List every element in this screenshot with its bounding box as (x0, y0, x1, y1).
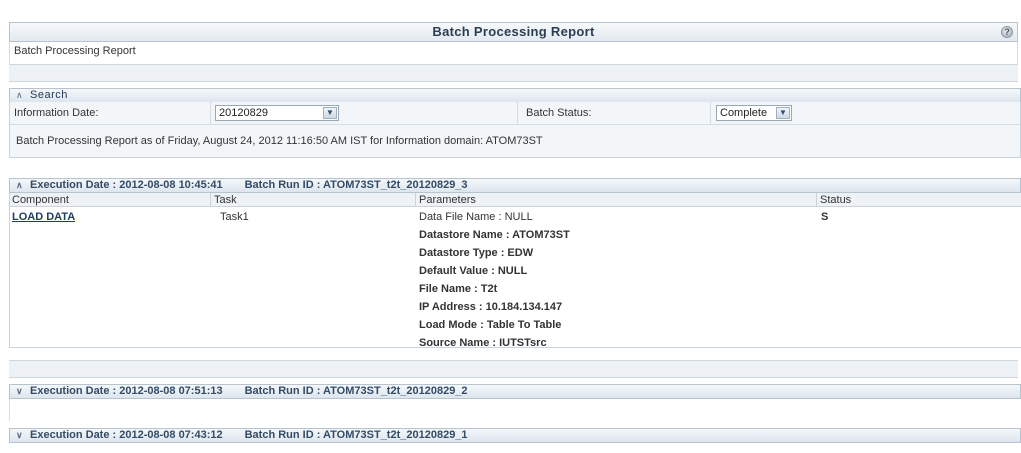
breadcrumb-area: Batch Processing Report (9, 42, 1018, 64)
page-title: Batch Processing Report (432, 24, 595, 39)
parameter-file-name: File Name : T2t (419, 283, 498, 295)
search-section-header[interactable]: ∧ Search (9, 88, 1021, 103)
spacer-band (9, 360, 1018, 378)
batch-status-select[interactable]: Complete ▼ (716, 105, 792, 121)
chevron-up-icon: ∧ (16, 180, 23, 190)
parameter-source-name: Source Name : IUTSTsrc (419, 337, 547, 349)
chevron-down-icon: ∨ (16, 386, 23, 396)
parameter-datastore-name: Datastore Name : ATOM73ST (419, 229, 570, 241)
report-title-bar: Batch Processing Report ? (9, 22, 1018, 42)
batch-run-id: Batch Run ID : ATOM73ST_t2t_20120829_1 (244, 429, 468, 441)
chevron-down-icon[interactable]: ▼ (776, 107, 790, 119)
parameter-ip-address: IP Address : 10.184.134.147 (419, 301, 563, 313)
batch-run-id: Batch Run ID : ATOM73ST_t2t_20120829_2 (244, 385, 468, 397)
spacer-band (9, 64, 1018, 82)
th-div (210, 193, 211, 207)
search-panel: Information Date: 20120829 ▼ Batch Statu… (9, 102, 1021, 158)
information-date-value: 20120829 (219, 107, 268, 119)
column-header-status: Status (820, 194, 852, 206)
status-cell: S (821, 211, 829, 223)
execution-header-3[interactable]: ∨ Execution Date : 2012-08-08 07:43:12 Bat… (9, 428, 1021, 443)
search-section-label: Search (30, 89, 68, 101)
column-header-parameters: Parameters (419, 194, 476, 206)
divider (710, 102, 711, 124)
execution-date: Execution Date : 2012-08-08 10:45:41 (30, 179, 223, 191)
chevron-down-icon[interactable]: ▼ (323, 107, 337, 119)
parameter-load-mode: Load Mode : Table To Table (419, 319, 562, 331)
execution-table: Component Task Parameters Status LOAD DA… (9, 193, 1021, 349)
execution-header-1[interactable]: ∧ Execution Date : 2012-08-08 10:45:41 Bat… (9, 178, 1021, 193)
task-cell: Task1 (220, 211, 249, 223)
table-header: Component Task Parameters Status (10, 193, 1021, 207)
th-div (816, 193, 817, 207)
execution-date: Execution Date : 2012-08-08 07:43:12 (30, 429, 223, 441)
divider (210, 102, 211, 124)
report-as-of-text: Batch Processing Report as of Friday, Au… (16, 135, 543, 147)
batch-run-id: Batch Run ID : ATOM73ST_t2t_20120829_3 (244, 179, 468, 191)
execution-header-2[interactable]: ∨ Execution Date : 2012-08-08 07:51:13 Bat… (9, 384, 1021, 399)
spacer-band (9, 399, 1021, 421)
component-link-load-data[interactable]: LOAD DATA (12, 211, 75, 223)
chevron-down-icon: ∨ (16, 430, 23, 440)
information-date-label: Information Date: (14, 107, 99, 119)
divider (517, 102, 518, 124)
th-div (415, 193, 416, 207)
execution-date: Execution Date : 2012-08-08 07:51:13 (30, 385, 223, 397)
parameter-data-file-name: Data File Name : NULL (419, 211, 533, 223)
help-icon[interactable]: ? (1001, 26, 1013, 38)
batch-status-value: Complete (720, 107, 768, 119)
breadcrumb: Batch Processing Report (14, 45, 136, 57)
column-header-task: Task (214, 194, 237, 206)
search-row: Information Date: 20120829 ▼ Batch Statu… (10, 102, 1020, 125)
column-header-component: Component (12, 194, 69, 206)
chevron-up-icon: ∧ (16, 90, 24, 100)
parameter-datastore-type: Datastore Type : EDW (419, 247, 534, 259)
batch-status-label: Batch Status: (526, 107, 592, 119)
parameter-default-value: Default Value : NULL (419, 265, 528, 277)
information-date-select[interactable]: 20120829 ▼ (215, 105, 339, 121)
